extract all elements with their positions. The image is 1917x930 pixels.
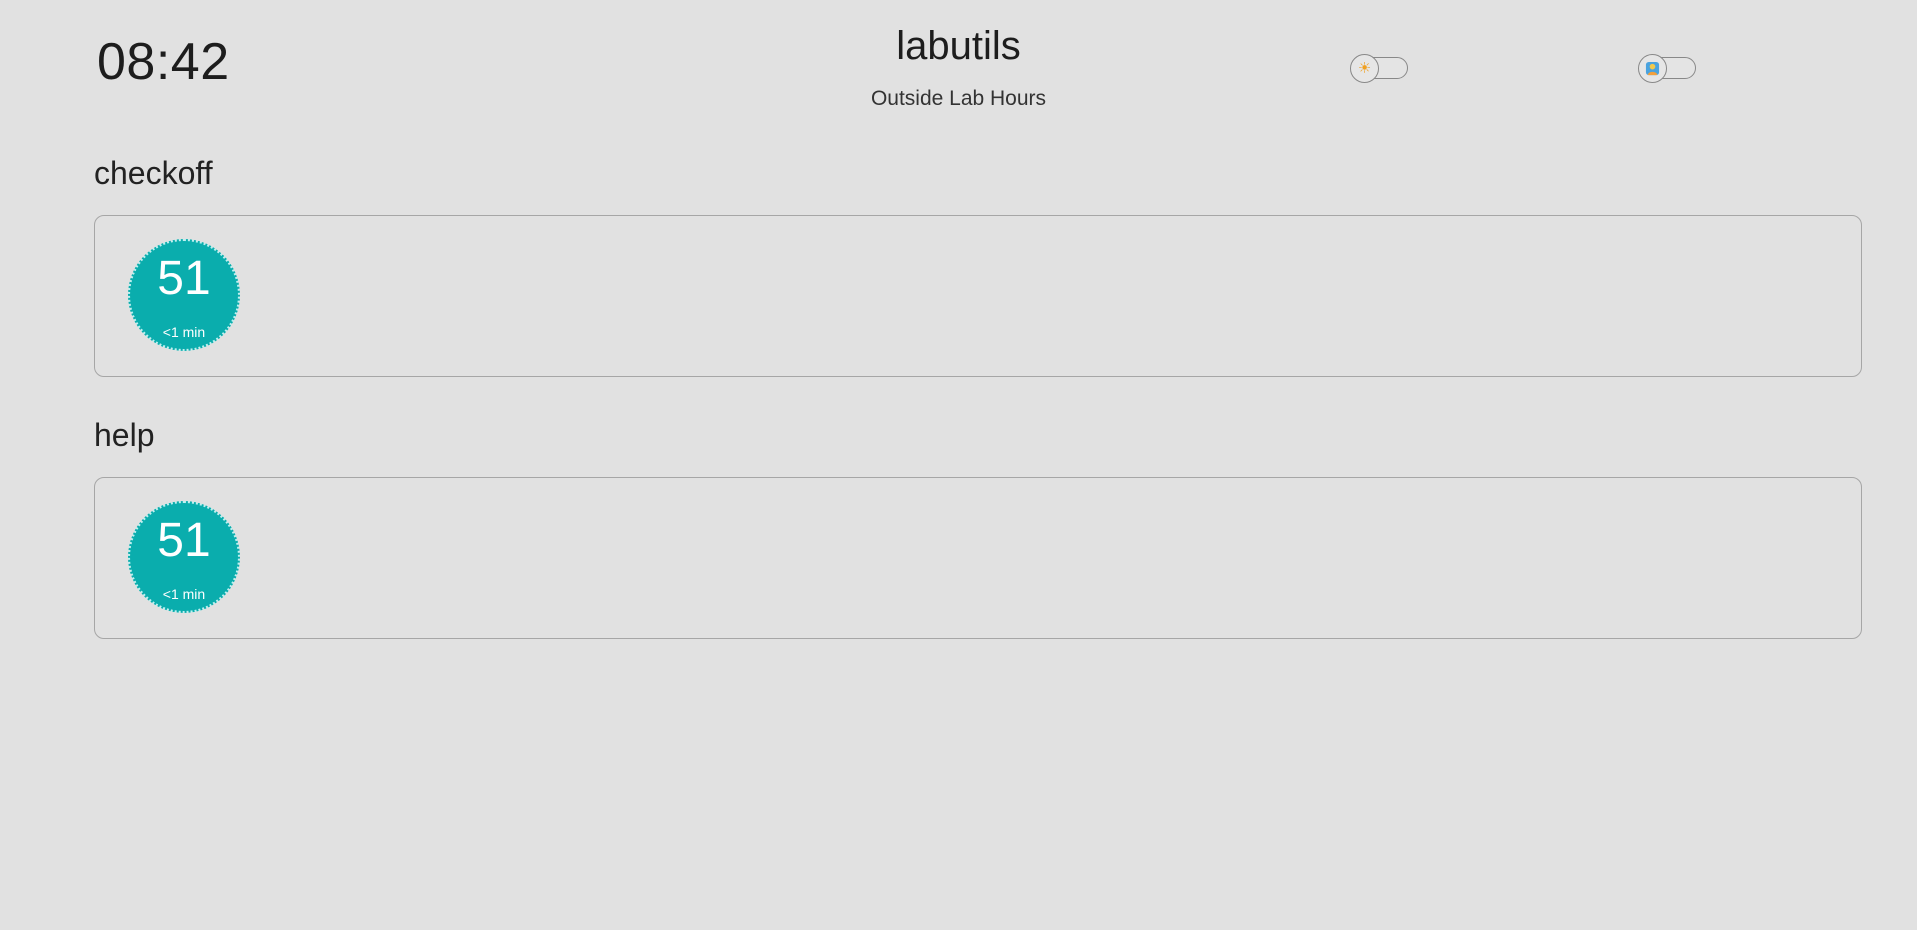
queue-title-help: help	[94, 417, 155, 453]
sun-icon: ☀	[1357, 60, 1372, 77]
queue-count: 51	[157, 514, 211, 567]
person-icon	[1645, 61, 1660, 76]
labutils-page: 08:42 labutils Outside Lab Hours ☀ check…	[0, 0, 1917, 930]
queue-wait-time: <1 min	[162, 324, 206, 340]
theme-toggle[interactable]: ☀	[1350, 54, 1408, 83]
queue-panel-help: 51 <1 min	[94, 477, 1862, 639]
queue-panel-checkoff: 51 <1 min	[94, 215, 1862, 377]
page-title: labutils	[896, 24, 1021, 68]
mode-toggle[interactable]	[1638, 54, 1696, 83]
lab-status: Outside Lab Hours	[870, 87, 1047, 110]
queue-count-badge[interactable]: 51 <1 min	[128, 239, 240, 351]
queue-count-badge[interactable]: 51 <1 min	[128, 501, 240, 613]
mode-toggle-knob[interactable]	[1638, 54, 1667, 83]
queue-title-checkoff: checkoff	[94, 155, 213, 191]
queue-count: 51	[157, 252, 211, 305]
queue-wait-time: <1 min	[162, 586, 206, 602]
theme-toggle-knob[interactable]: ☀	[1350, 54, 1379, 83]
